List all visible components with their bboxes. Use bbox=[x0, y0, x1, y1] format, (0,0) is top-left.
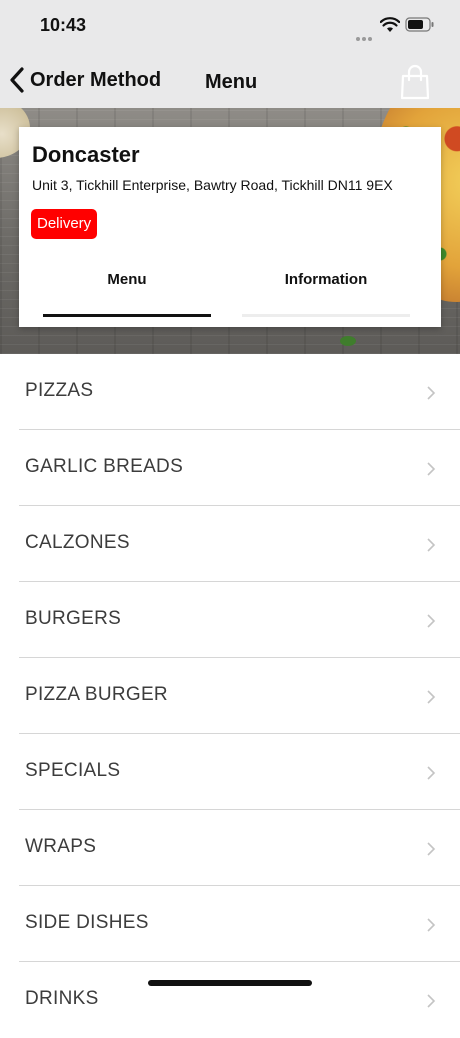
back-label: Order Method bbox=[30, 68, 162, 91]
chevron-right-icon bbox=[427, 614, 436, 628]
wifi-icon bbox=[380, 17, 400, 32]
chevron-right-icon bbox=[427, 918, 436, 932]
chevron-right-icon bbox=[427, 538, 436, 552]
store-address: Unit 3, Tickhill Enterprise, Bawtry Road… bbox=[32, 177, 393, 193]
page-title: Menu bbox=[205, 71, 258, 93]
home-indicator[interactable] bbox=[148, 980, 312, 986]
cellular-signal-icon bbox=[356, 28, 378, 41]
menu-item-garlic-breads[interactable]: GARLIC BREADS bbox=[0, 430, 460, 506]
menu-item-label: PIZZA BURGER bbox=[25, 684, 168, 705]
status-time: 10:43 bbox=[40, 15, 87, 35]
chevron-left-icon bbox=[10, 67, 24, 93]
menu-item-pizzas[interactable]: PIZZAS bbox=[0, 354, 460, 430]
menu-item-side-dishes[interactable]: SIDE DISHES bbox=[0, 886, 460, 962]
chevron-right-icon bbox=[427, 386, 436, 400]
menu-item-calzones[interactable]: CALZONES bbox=[0, 506, 460, 582]
menu-item-specials[interactable]: SPECIALS bbox=[0, 734, 460, 810]
tab-information[interactable]: Information bbox=[242, 271, 410, 288]
chevron-right-icon bbox=[427, 994, 436, 1008]
chevron-right-icon bbox=[427, 690, 436, 704]
menu-item-burgers[interactable]: BURGERS bbox=[0, 582, 460, 658]
herb-image bbox=[340, 336, 356, 346]
menu-item-label: CALZONES bbox=[25, 532, 130, 553]
tab-indicator-active bbox=[43, 314, 211, 317]
delivery-badge: Delivery bbox=[31, 209, 98, 239]
menu-category-list: PIZZAS GARLIC BREADS CALZONES BURGERS PI… bbox=[0, 354, 460, 1038]
store-card: Doncaster Unit 3, Tickhill Enterprise, B… bbox=[19, 127, 441, 327]
menu-item-label: SPECIALS bbox=[25, 760, 121, 781]
menu-item-drinks[interactable]: DRINKS bbox=[0, 962, 460, 1038]
menu-item-label: GARLIC BREADS bbox=[25, 456, 184, 477]
menu-item-wraps[interactable]: WRAPS bbox=[0, 810, 460, 886]
tab-menu[interactable]: Menu bbox=[43, 271, 211, 288]
chevron-right-icon bbox=[427, 766, 436, 780]
shopping-bag-icon[interactable] bbox=[398, 64, 432, 100]
menu-item-label: PIZZAS bbox=[25, 380, 94, 401]
battery-icon bbox=[405, 17, 434, 32]
menu-item-label: DRINKS bbox=[25, 988, 99, 1009]
back-button[interactable]: Order Method bbox=[8, 62, 161, 98]
menu-item-pizza-burger[interactable]: PIZZA BURGER bbox=[0, 658, 460, 734]
status-bar: 10:43 bbox=[0, 0, 460, 50]
chevron-right-icon bbox=[427, 462, 436, 476]
chevron-right-icon bbox=[427, 842, 436, 856]
store-name: Doncaster bbox=[32, 142, 140, 167]
menu-item-label: BURGERS bbox=[25, 608, 122, 629]
menu-item-label: WRAPS bbox=[25, 836, 97, 857]
menu-item-label: SIDE DISHES bbox=[25, 912, 149, 933]
navigation-bar: Order Method Menu bbox=[0, 50, 460, 108]
tab-indicator-inactive bbox=[242, 314, 410, 317]
